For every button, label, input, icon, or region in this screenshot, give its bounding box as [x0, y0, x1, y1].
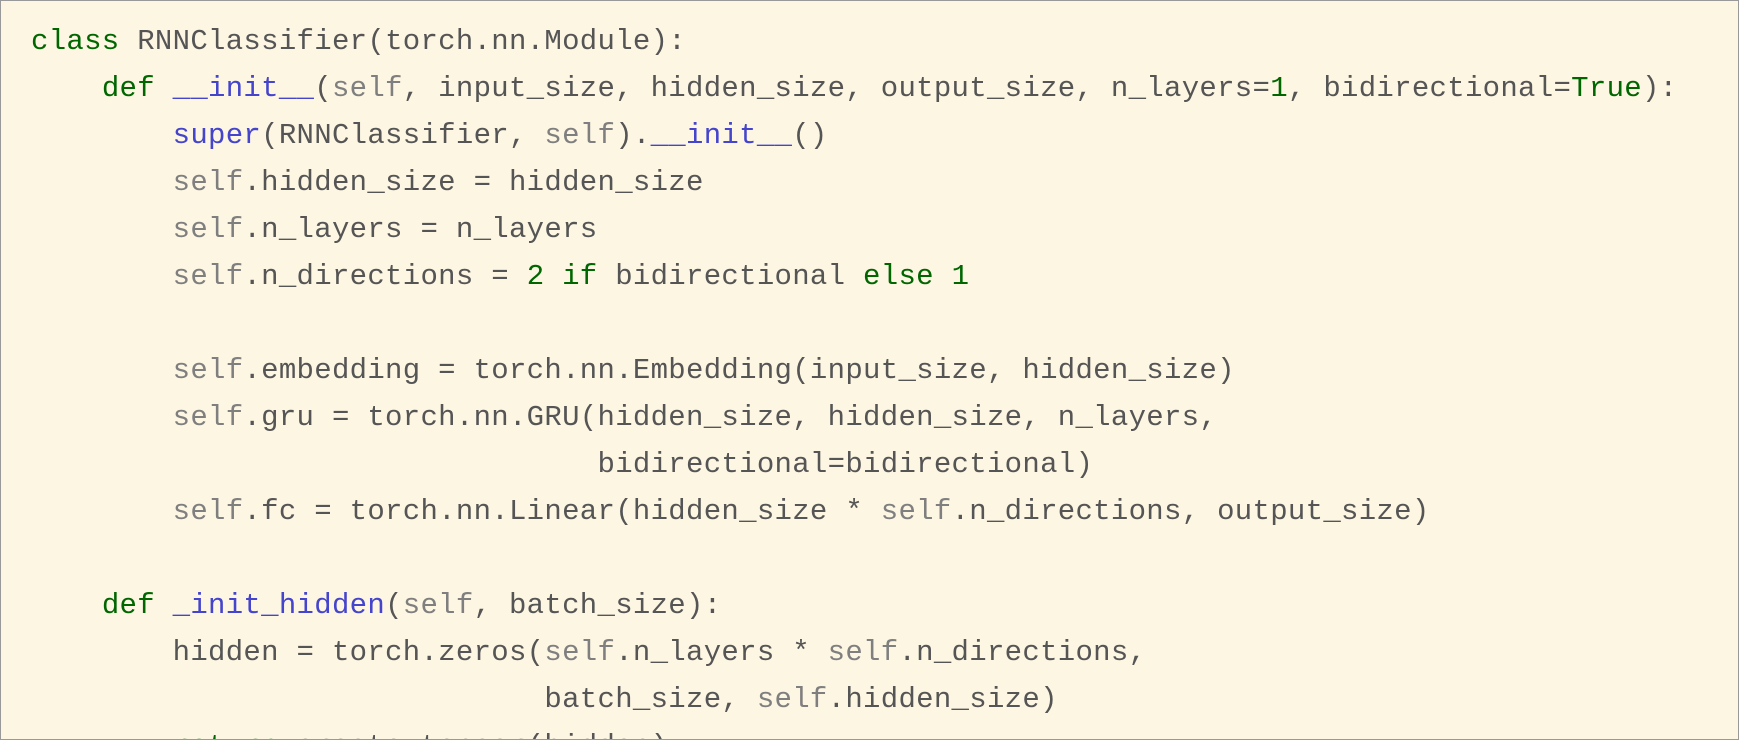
- self: self: [757, 683, 828, 716]
- t: .n_directions =: [243, 260, 526, 293]
- keyword-def: def: [102, 589, 155, 622]
- fn-super: super: [173, 119, 262, 152]
- self: self: [173, 495, 244, 528]
- t: ):: [651, 25, 686, 58]
- t: ).: [615, 119, 650, 152]
- t: (: [385, 589, 403, 622]
- t: hidden = torch.zeros(: [173, 636, 545, 669]
- num: 1: [1270, 72, 1288, 105]
- t: .embedding = torch.nn.Embedding(input_si…: [243, 354, 1234, 387]
- keyword-class: class: [31, 25, 120, 58]
- true: True: [1571, 72, 1642, 105]
- t: [120, 25, 138, 58]
- keyword-def: def: [102, 72, 155, 105]
- t: .hidden_size): [828, 683, 1058, 716]
- self: self: [173, 260, 244, 293]
- base-class: torch.nn.Module: [385, 25, 651, 58]
- self: self: [173, 354, 244, 387]
- self: self: [544, 119, 615, 152]
- t: , input_size, hidden_size, output_size, …: [403, 72, 1270, 105]
- fn-init: __init__: [173, 72, 315, 105]
- t: (: [367, 25, 385, 58]
- keyword-return: return: [173, 730, 279, 740]
- t: .n_layers *: [615, 636, 827, 669]
- self: self: [881, 495, 952, 528]
- t: , bidirectional=: [1288, 72, 1571, 105]
- t: [155, 72, 173, 105]
- t: bidirectional: [598, 260, 864, 293]
- t: [155, 589, 173, 622]
- t: .fc = torch.nn.Linear(hidden_size *: [243, 495, 880, 528]
- self: self: [544, 636, 615, 669]
- t: (: [314, 72, 332, 105]
- t: create_tensor(hidden): [279, 730, 668, 740]
- self: self: [403, 589, 474, 622]
- t: (): [792, 119, 827, 152]
- t: .gru = torch.nn.GRU(hidden_size, hidden_…: [243, 401, 1217, 434]
- t: [934, 260, 952, 293]
- t: , batch_size):: [474, 589, 722, 622]
- fn-init-call: __init__: [651, 119, 793, 152]
- t: .n_directions, output_size): [952, 495, 1430, 528]
- self: self: [332, 72, 403, 105]
- t: (RNNClassifier,: [261, 119, 544, 152]
- keyword-else: else: [863, 260, 934, 293]
- t: bidirectional=bidirectional): [598, 448, 1094, 481]
- num: 1: [952, 260, 970, 293]
- t: batch_size,: [544, 683, 756, 716]
- t: .n_directions,: [898, 636, 1146, 669]
- t: .n_layers = n_layers: [243, 213, 597, 246]
- self: self: [173, 213, 244, 246]
- self: self: [828, 636, 899, 669]
- self: self: [173, 401, 244, 434]
- fn-init-hidden: _init_hidden: [173, 589, 385, 622]
- self: self: [173, 166, 244, 199]
- keyword-if: if: [544, 260, 597, 293]
- t: .hidden_size = hidden_size: [243, 166, 703, 199]
- class-name: RNNClassifier: [137, 25, 367, 58]
- num: 2: [527, 260, 545, 293]
- t: ):: [1642, 72, 1677, 105]
- code-block: class RNNClassifier(torch.nn.Module): de…: [0, 0, 1739, 740]
